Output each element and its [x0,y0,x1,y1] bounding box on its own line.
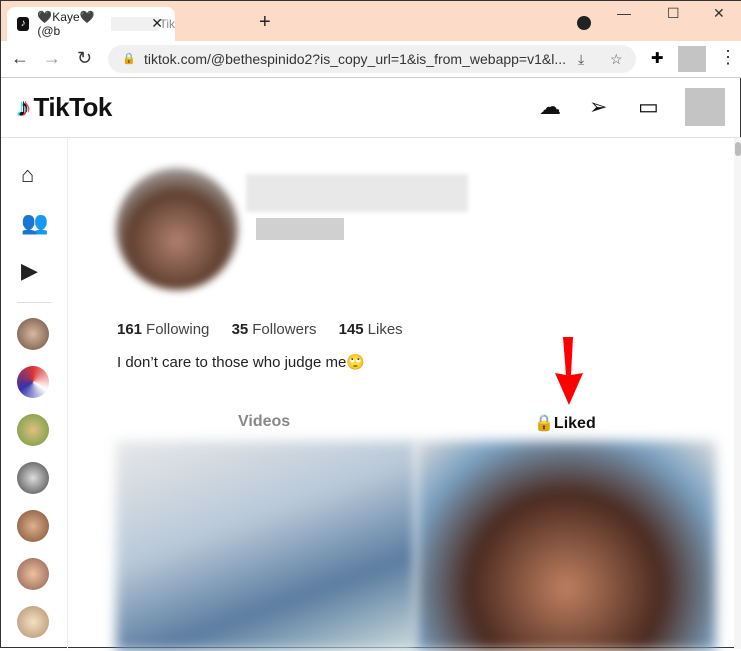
profile-bio: I don’t care to those who judge me🙄 [117,354,365,371]
home-icon[interactable]: ⌂ [21,162,34,188]
followers-count[interactable]: 35 Followers [232,321,317,338]
browser-tab[interactable]: ♪ 🖤Kaye🖤 (@b Tik ✕ [7,7,175,41]
red-arrow-annotation [555,337,583,405]
tab-videos[interactable]: Videos [238,413,290,431]
nickname-redacted [256,218,344,240]
browser-titlebar: ♪ 🖤Kaye🖤 (@b Tik ✕ + — ☐ ✕ [1,1,741,41]
tiktok-favicon: ♪ [17,17,30,31]
extensions-icon[interactable]: ✚ [651,49,664,67]
following-account-avatar[interactable] [17,414,49,446]
tab-title: 🖤Kaye🖤 (@b [37,10,95,38]
send-icon[interactable]: ➢ [589,94,607,120]
username-redacted [246,174,468,212]
tiktok-header: ♪ TikTok ☁ ➢ ▭ [1,78,741,138]
forward-icon[interactable]: → [43,48,61,69]
upload-icon[interactable]: ☁ [539,94,561,120]
lock-icon: 🔒 [534,415,554,432]
profile-main: 161 Following 35 Followers 145 Likes I don’… [68,138,734,651]
video-thumbnail[interactable] [416,441,716,651]
profile-avatar-blurred [116,168,238,290]
following-account-avatar[interactable] [17,318,49,350]
address-bar[interactable]: 🔒 tiktok.com/@bethespinido2?is_copy_url=… [108,45,636,73]
minimize-icon[interactable]: — [617,5,631,21]
close-window-icon[interactable]: ✕ [713,5,725,22]
profile-stats: 161 Following 35 Followers 145 Likes [117,321,421,338]
scrollbar[interactable] [734,138,741,649]
back-icon[interactable]: ← [11,48,29,69]
inbox-icon[interactable]: ▭ [638,94,659,120]
install-icon[interactable]: ⤓ [578,45,584,73]
lock-icon: 🔒 [122,53,136,65]
logo-text: TikTok [33,92,113,122]
following-count[interactable]: 161 Following [117,321,209,338]
following-icon[interactable]: 👥 [21,210,48,236]
maximize-icon[interactable]: ☐ [667,5,680,22]
profile-avatar[interactable] [678,46,706,72]
new-tab-button[interactable]: + [259,11,271,34]
tiktok-note-icon: ♪ [17,92,30,122]
sidebar: ⌂ 👥 ▶ [1,138,68,649]
video-grid [116,441,716,651]
profile-dropdown-icon[interactable] [577,16,591,30]
profile-tabs: Videos 🔒Liked [116,403,716,441]
live-icon[interactable]: ▶ [21,258,38,284]
menu-icon[interactable]: ⋮ [719,47,737,68]
tiktok-logo[interactable]: ♪ TikTok [17,92,112,123]
following-account-avatar[interactable] [17,510,49,542]
following-account-avatar[interactable] [17,558,49,590]
browser-toolbar: ← → ↻ 🔒 tiktok.com/@bethespinido2?is_cop… [1,41,741,78]
video-thumbnail[interactable] [116,441,416,651]
sidebar-divider [17,302,51,303]
likes-count: 145 Likes [338,321,403,338]
url-text: tiktok.com/@bethespinido2?is_copy_url=1&… [144,51,567,67]
tab-liked[interactable]: 🔒Liked [534,413,596,433]
following-account-avatar[interactable] [17,462,49,494]
star-icon[interactable]: ☆ [610,45,623,73]
user-avatar[interactable] [685,88,725,126]
following-account-avatar[interactable] [17,366,49,398]
reload-icon[interactable]: ↻ [77,48,92,69]
close-tab-icon[interactable]: ✕ [151,15,163,32]
following-account-avatar[interactable] [17,606,49,638]
